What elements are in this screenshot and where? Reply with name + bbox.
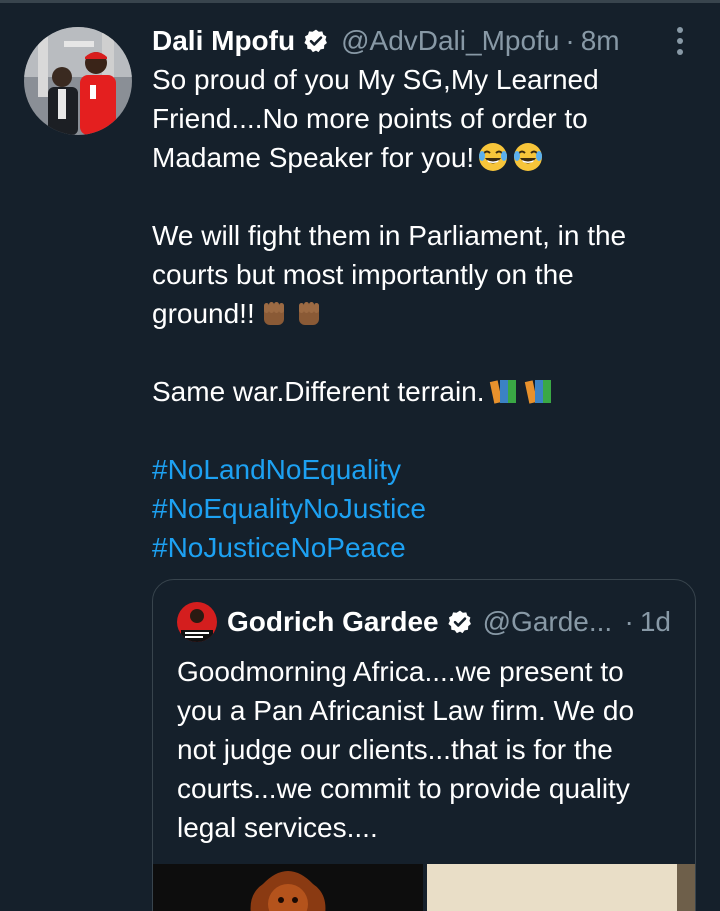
face-with-tears-of-joy-icon	[477, 141, 509, 183]
separator-dot: ·	[565, 25, 575, 56]
author-name[interactable]: Dali Mpofu	[152, 25, 295, 57]
tweet-line: Same war.Different terrain.	[152, 372, 707, 411]
quoted-tweet-line: Goodmorning Africa....we present to	[177, 656, 624, 687]
tweet-line: So proud of you My SG,My Learned	[152, 64, 599, 95]
hashtag-link[interactable]: #NoLandNoEquality	[152, 450, 707, 489]
quoted-tweet-text: Goodmorning Africa....we present to you …	[177, 652, 677, 847]
quoted-author-handle: @Garde...	[482, 606, 613, 637]
tweet-line: Friend....No more points of order to	[152, 103, 588, 134]
face-with-tears-of-joy-icon	[512, 141, 544, 183]
hashtag-link[interactable]: #NoJusticeNoPeace	[152, 528, 707, 567]
separator-dot: ·	[624, 606, 634, 637]
tweet-line: courts but most importantly on the	[152, 259, 574, 290]
verified-badge-icon	[303, 28, 329, 54]
tweet-text: So proud of you My SG,My Learned Friend.…	[152, 60, 707, 567]
quoted-tweet-line: courts...we commit to provide quality	[177, 773, 630, 804]
quoted-tweet-line: you a Pan Africanist Law firm. We do	[177, 695, 635, 726]
books-icon	[488, 375, 520, 417]
quoted-tweet-header: Godrich Gardee @Garde...	[177, 600, 612, 644]
quoted-tweet-media[interactable]	[153, 864, 695, 911]
verified-badge-icon	[447, 609, 473, 635]
quoted-tweet-time: · 1d	[625, 600, 671, 644]
books-icon	[523, 375, 555, 417]
quoted-author-avatar	[177, 602, 217, 642]
tweet-line: We will fight them in Parliament, in the	[152, 220, 627, 251]
author-handle[interactable]: @AdvDali_Mpofu	[341, 25, 559, 57]
quoted-tweet-card[interactable]: Godrich Gardee @Garde... · 1d Goodmornin…	[152, 579, 696, 911]
quoted-tweet-line: legal services....	[177, 812, 378, 843]
more-options-icon[interactable]	[668, 25, 692, 57]
hashtag-link[interactable]: #NoEqualityNoJustice	[152, 489, 707, 528]
quoted-tweet-line: not judge our clients...that is for the	[177, 734, 613, 765]
author-avatar[interactable]	[24, 27, 132, 135]
raised-fist-icon	[258, 297, 290, 339]
tweet-timestamp[interactable]: 8m	[581, 25, 620, 57]
tweet-header: Dali Mpofu @AdvDali_Mpofu · 8m	[152, 20, 620, 62]
media-image-lion[interactable]	[153, 864, 423, 911]
media-image-document[interactable]	[427, 864, 695, 911]
top-divider	[0, 0, 720, 3]
tweet-line: ground!!	[152, 294, 707, 333]
quoted-timestamp: 1d	[639, 606, 671, 637]
raised-fist-icon	[293, 297, 325, 339]
tweet-line: Madame Speaker for you!	[152, 138, 707, 177]
quoted-author-name: Godrich Gardee	[227, 606, 439, 637]
tweet-detail-view: Dali Mpofu @AdvDali_Mpofu · 8m So proud …	[0, 0, 720, 911]
